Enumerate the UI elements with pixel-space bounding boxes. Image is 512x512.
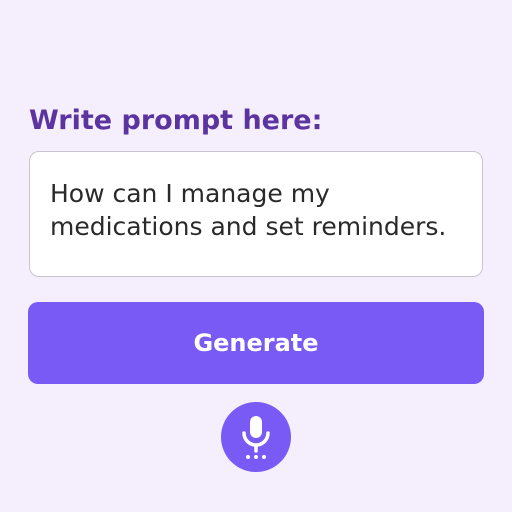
voice-input-button[interactable]	[221, 402, 291, 472]
generate-button[interactable]: Generate	[28, 302, 484, 384]
prompt-label: Write prompt here:	[29, 105, 323, 136]
microphone-icon	[242, 416, 270, 459]
prompt-input-text: How can I manage my medications and set …	[50, 179, 447, 241]
prompt-input[interactable]: How can I manage my medications and set …	[29, 151, 483, 277]
